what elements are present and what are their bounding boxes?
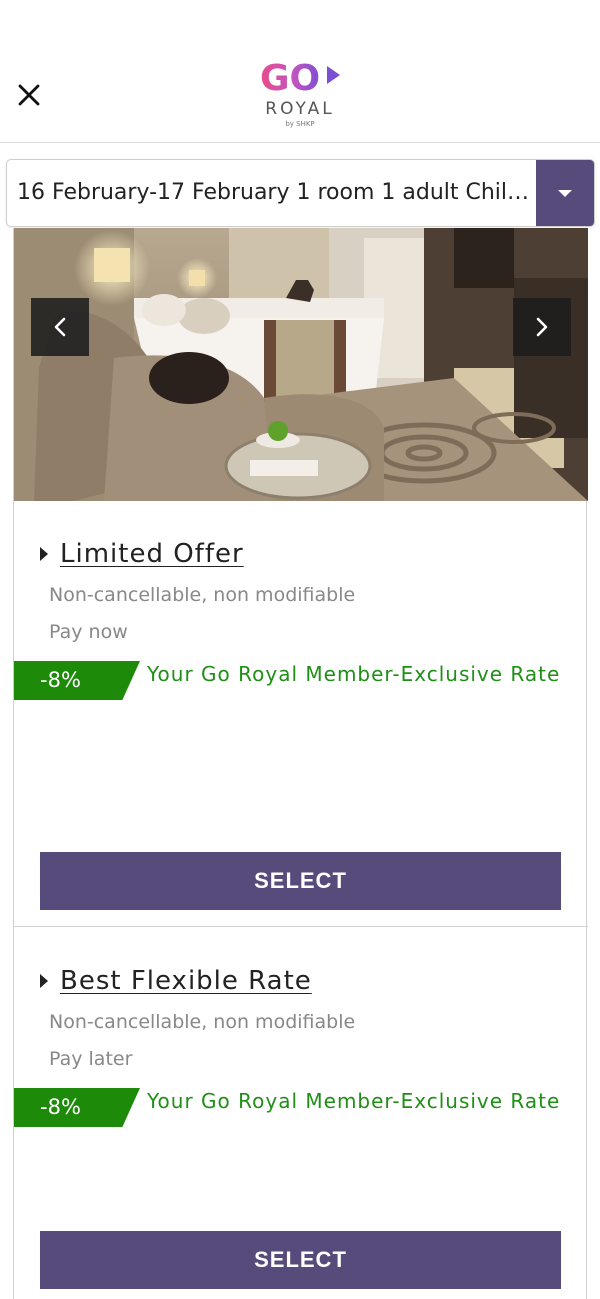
offer-title-link[interactable]: Limited Offer (40, 537, 244, 571)
select-button[interactable]: SELECT (40, 1231, 561, 1289)
photo-prev-button[interactable] (31, 298, 89, 356)
offer-title-link[interactable]: Best Flexible Rate (40, 964, 312, 998)
caret-down-icon (558, 190, 572, 197)
rate-offer: Limited Offer Non-cancellable, non modif… (14, 501, 588, 927)
summary-dropdown-button[interactable] (536, 160, 594, 226)
svg-text:GO: GO (260, 58, 320, 96)
close-button[interactable] (14, 80, 44, 110)
payment-terms: Pay now (49, 621, 128, 643)
discount-badge: -8% (14, 661, 140, 700)
logo-royal-text: ROYAL (265, 99, 335, 119)
cancellation-policy: Non-cancellable, non modifiable (49, 1011, 356, 1033)
member-rate-text: Your Go Royal Member-Exclusive Rate (147, 662, 561, 686)
logo-by-text: by SHKP (285, 120, 315, 128)
discount-value: -8% (40, 1095, 81, 1119)
photo-next-button[interactable] (513, 298, 571, 356)
chevron-right-icon (536, 317, 548, 337)
discount-badge: -8% (14, 1088, 140, 1127)
booking-summary-bar[interactable]: 16 February-17 February 1 room 1 adult C… (6, 159, 595, 227)
chevron-left-icon (54, 317, 66, 337)
room-photo-image (14, 228, 588, 501)
booking-summary-text[interactable]: 16 February-17 February 1 room 1 adult C… (17, 160, 532, 226)
app-header: GO ROYAL by SHKP (0, 0, 600, 143)
room-photo (14, 228, 588, 501)
room-card: Limited Offer Non-cancellable, non modif… (13, 228, 588, 1299)
select-button[interactable]: SELECT (40, 852, 561, 910)
go-royal-logo: GO ROYAL by SHKP (250, 56, 350, 136)
discount-value: -8% (40, 668, 81, 692)
member-rate-text: Your Go Royal Member-Exclusive Rate (147, 1089, 561, 1113)
expand-triangle-icon (40, 547, 48, 561)
go-logo-mark: GO (260, 58, 340, 96)
cancellation-policy: Non-cancellable, non modifiable (49, 584, 356, 606)
offer-title[interactable]: Best Flexible Rate (60, 966, 312, 996)
close-icon (18, 84, 40, 106)
payment-terms: Pay later (49, 1048, 133, 1070)
expand-triangle-icon (40, 974, 48, 988)
rate-offer: Best Flexible Rate Non-cancellable, non … (14, 928, 588, 1299)
offer-title[interactable]: Limited Offer (60, 539, 244, 569)
